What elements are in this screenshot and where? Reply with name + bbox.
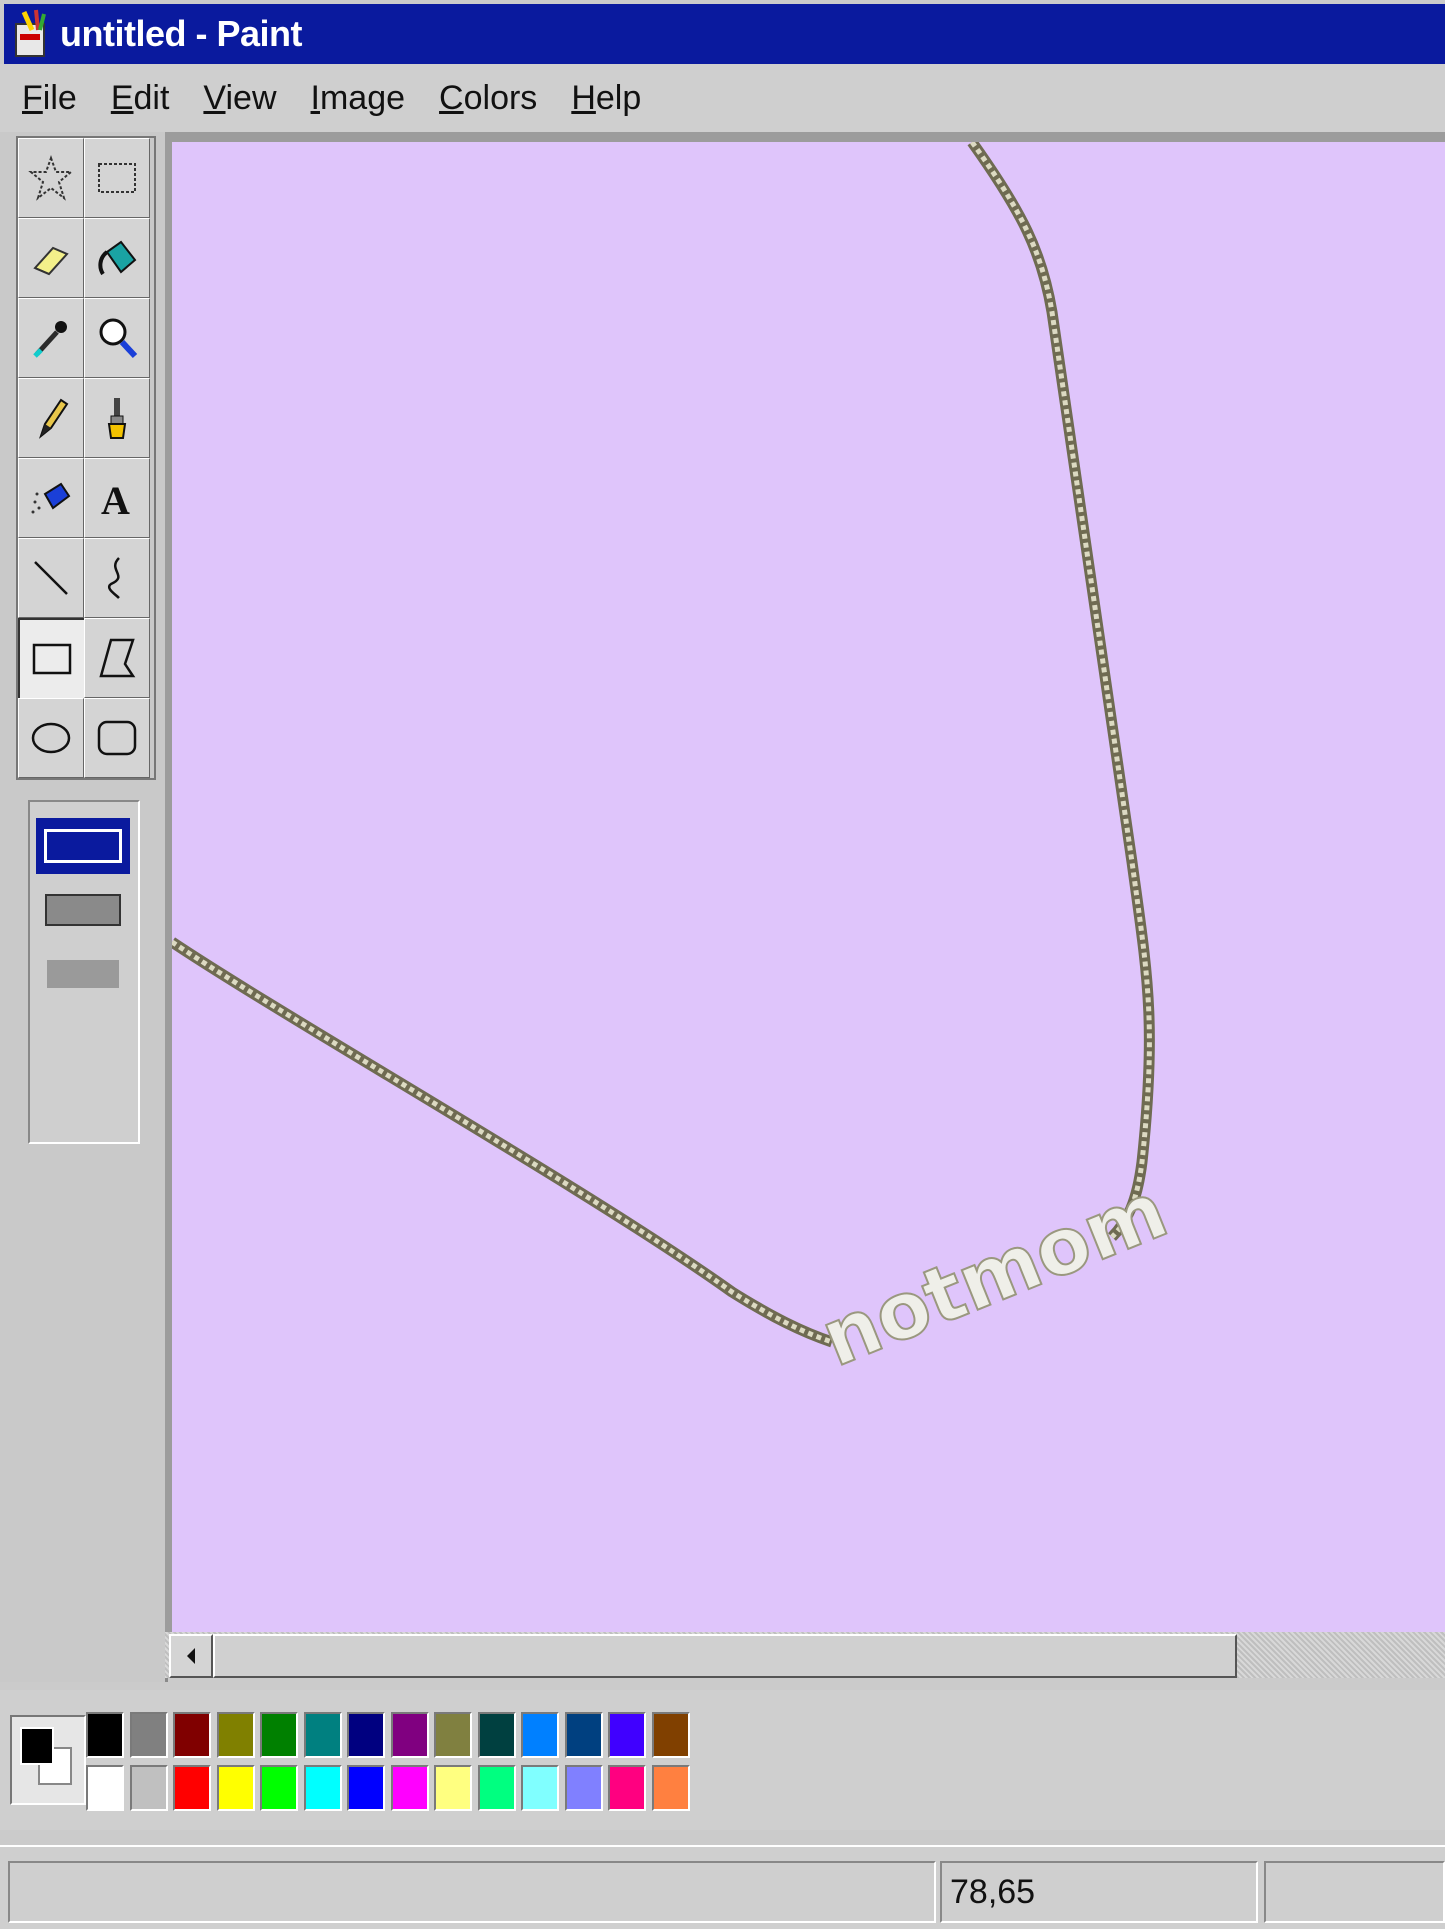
outline-shape-icon [44,829,122,863]
text-icon: A [101,478,130,522]
color-swatch[interactable] [347,1765,385,1811]
arrow-left-icon [187,1648,195,1664]
color-swatch[interactable] [434,1712,472,1758]
rectangle-icon [32,643,72,675]
select-icon [98,163,136,193]
status-size [1264,1861,1445,1923]
color-swatch[interactable] [260,1712,298,1758]
color-swatch[interactable] [564,1712,603,1758]
color-swatch[interactable] [173,1712,211,1758]
pendant-text: notmom [809,1165,1179,1384]
rounded-rectangle-tool[interactable] [84,698,150,778]
fill-option-outline-fill[interactable] [36,882,130,938]
curve-icon [107,557,120,599]
airbrush-tool[interactable] [18,458,84,538]
eraser-icon [33,246,69,276]
color-swatch[interactable] [564,1765,603,1811]
free-form-select-tool[interactable] [18,138,84,218]
color-swatch[interactable] [260,1765,298,1811]
color-swatch[interactable] [173,1765,211,1811]
svg-text:A: A [101,478,130,522]
color-palette [0,1690,1445,1830]
color-swatch[interactable] [608,1765,646,1811]
text-tool[interactable]: A [84,458,150,538]
color-swatch[interactable] [216,1765,255,1811]
title-bar[interactable]: untitled - Paint [4,4,1445,64]
scroll-left-button[interactable] [169,1634,213,1678]
magnifier-tool[interactable] [84,298,150,378]
fill-bucket-icon [98,240,137,276]
fill-option-outline[interactable] [36,818,130,874]
menu-colors[interactable]: Colors [439,79,537,118]
outline-fill-shape-icon [45,894,121,926]
scroll-thumb[interactable] [213,1634,1237,1678]
fill-option-fill[interactable] [36,946,130,1002]
polygon-tool[interactable] [84,618,150,698]
status-bar: 78,65 [0,1845,1445,1929]
color-swatch[interactable] [477,1712,516,1758]
color-swatch[interactable] [651,1712,690,1758]
brush-icon [107,398,127,439]
color-picker-icon [33,321,67,358]
color-swatch[interactable] [129,1712,168,1758]
color-swatch[interactable] [347,1712,385,1758]
menu-bar: File Edit View Image Colors Help [0,64,1445,132]
free-form-select-icon [28,155,74,201]
brush-tool[interactable] [84,378,150,458]
color-swatch[interactable] [434,1765,472,1811]
status-coordinates: 78,65 [940,1861,1258,1923]
color-swatch[interactable] [129,1765,168,1811]
color-swatch[interactable] [390,1765,429,1811]
menu-view[interactable]: View [203,79,276,118]
drawing-canvas[interactable]: notmom [172,142,1445,1632]
menu-image[interactable]: Image [311,79,406,118]
airbrush-icon [31,482,71,514]
pencil-icon [38,398,69,439]
status-message [8,1861,936,1923]
pencil-tool[interactable] [18,378,84,458]
necklace-image: notmom [172,142,1180,1386]
color-swatch[interactable] [303,1712,342,1758]
menu-edit[interactable]: Edit [111,79,170,118]
color-swatch[interactable] [521,1765,559,1811]
paint-window: untitled - Paint File Edit View Image Co… [0,0,1445,1929]
fill-shape-icon [47,960,119,988]
magnifier-icon [99,318,138,359]
foreground-color-swatch[interactable] [20,1727,54,1765]
line-tool[interactable] [18,538,84,618]
menu-help[interactable]: Help [571,79,641,118]
select-tool[interactable] [84,138,150,218]
fill-style-options [28,800,140,1144]
tools-grid: A [16,136,156,780]
current-colors[interactable] [10,1715,86,1805]
toolbox: A [0,132,168,1682]
ellipse-tool[interactable] [18,698,84,778]
polygon-icon [99,638,136,678]
rounded-rectangle-icon [97,720,137,756]
color-swatch[interactable] [477,1765,516,1811]
color-swatch[interactable] [303,1765,342,1811]
palette-swatches [86,1712,695,1818]
color-swatch[interactable] [608,1712,646,1758]
rectangle-tool[interactable] [18,618,86,700]
eraser-tool[interactable] [18,218,84,298]
window-title: untitled - Paint [60,13,302,54]
color-swatch[interactable] [390,1712,429,1758]
color-swatch[interactable] [521,1712,559,1758]
color-swatch[interactable] [216,1712,255,1758]
color-swatch[interactable] [86,1765,124,1811]
ellipse-icon [31,722,71,754]
curve-tool[interactable] [84,538,150,618]
menu-file[interactable]: File [22,79,77,118]
color-picker-tool[interactable] [18,298,84,378]
horizontal-scrollbar[interactable] [165,1632,1445,1678]
paint-app-icon[interactable] [10,8,54,60]
color-swatch[interactable] [86,1712,124,1758]
fill-bucket-tool[interactable] [84,218,150,298]
line-icon [34,561,68,595]
color-swatch[interactable] [651,1765,690,1811]
